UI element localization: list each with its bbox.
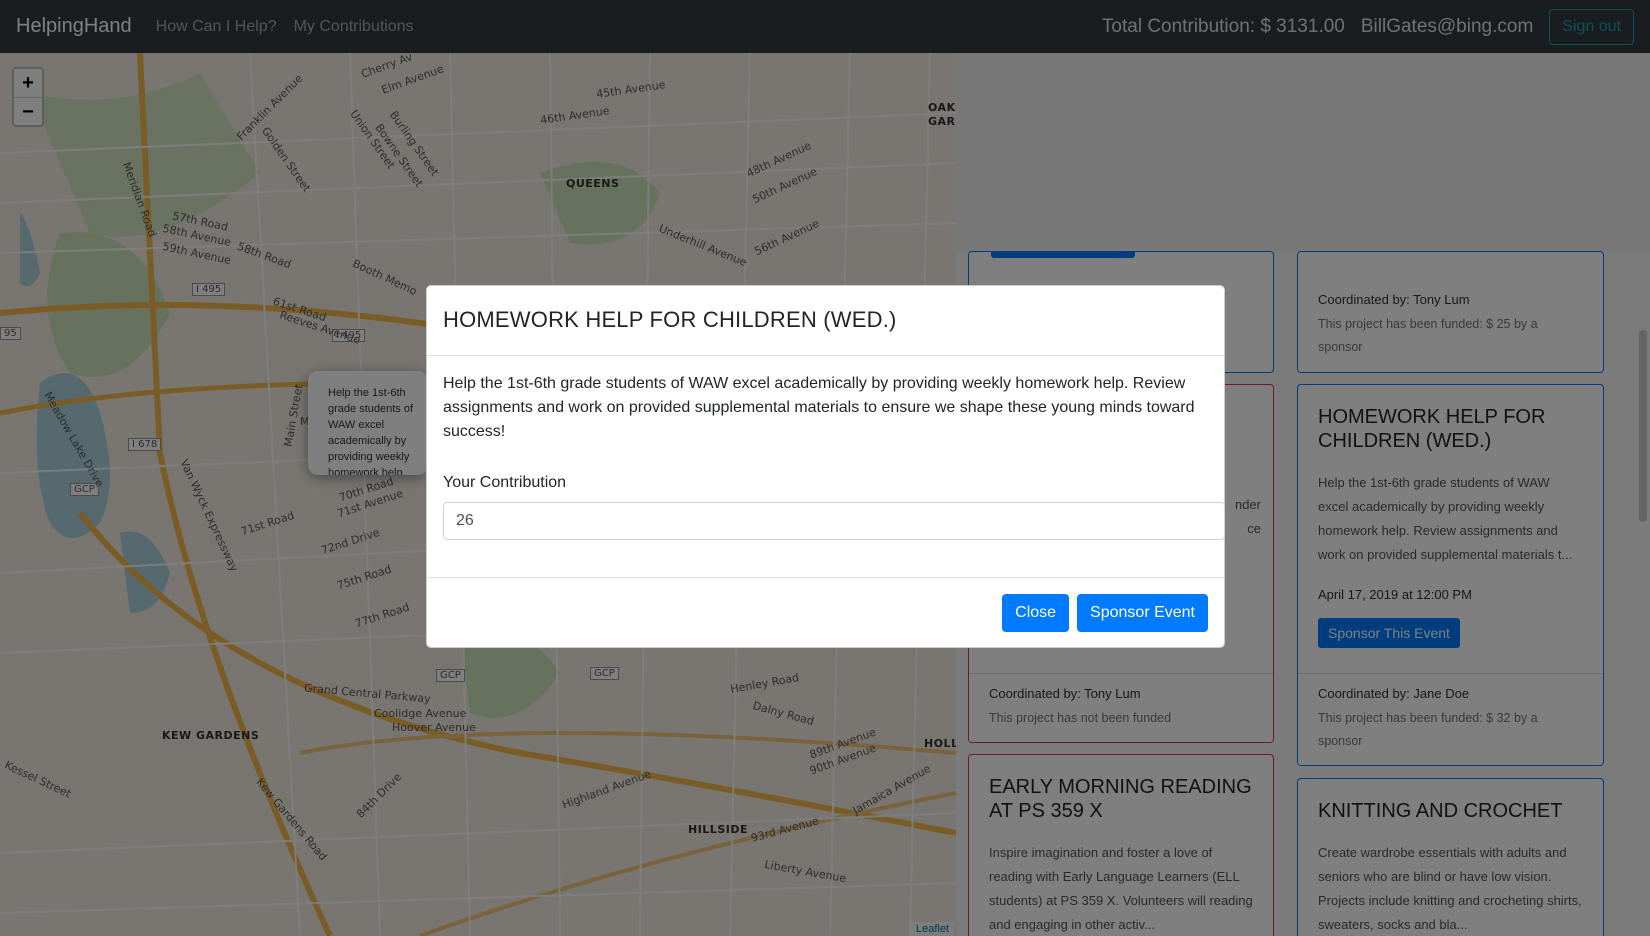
modal-header: HOMEWORK HELP FOR CHILDREN (WED.) — [427, 286, 1224, 356]
modal-description: Help the 1st-6th grade students of WAW e… — [443, 375, 1195, 440]
contribution-input[interactable] — [443, 502, 1225, 540]
sponsor-modal: HOMEWORK HELP FOR CHILDREN (WED.) Help t… — [426, 285, 1225, 648]
modal-title: HOMEWORK HELP FOR CHILDREN (WED.) — [443, 307, 897, 332]
modal-body: Help the 1st-6th grade students of WAW e… — [427, 356, 1225, 578]
modal-footer: Close Sponsor Event — [427, 578, 1224, 648]
contribution-label: Your Contribution — [443, 474, 567, 491]
sponsor-event-button[interactable]: Sponsor Event — [1077, 594, 1208, 632]
close-button[interactable]: Close — [1002, 594, 1070, 632]
